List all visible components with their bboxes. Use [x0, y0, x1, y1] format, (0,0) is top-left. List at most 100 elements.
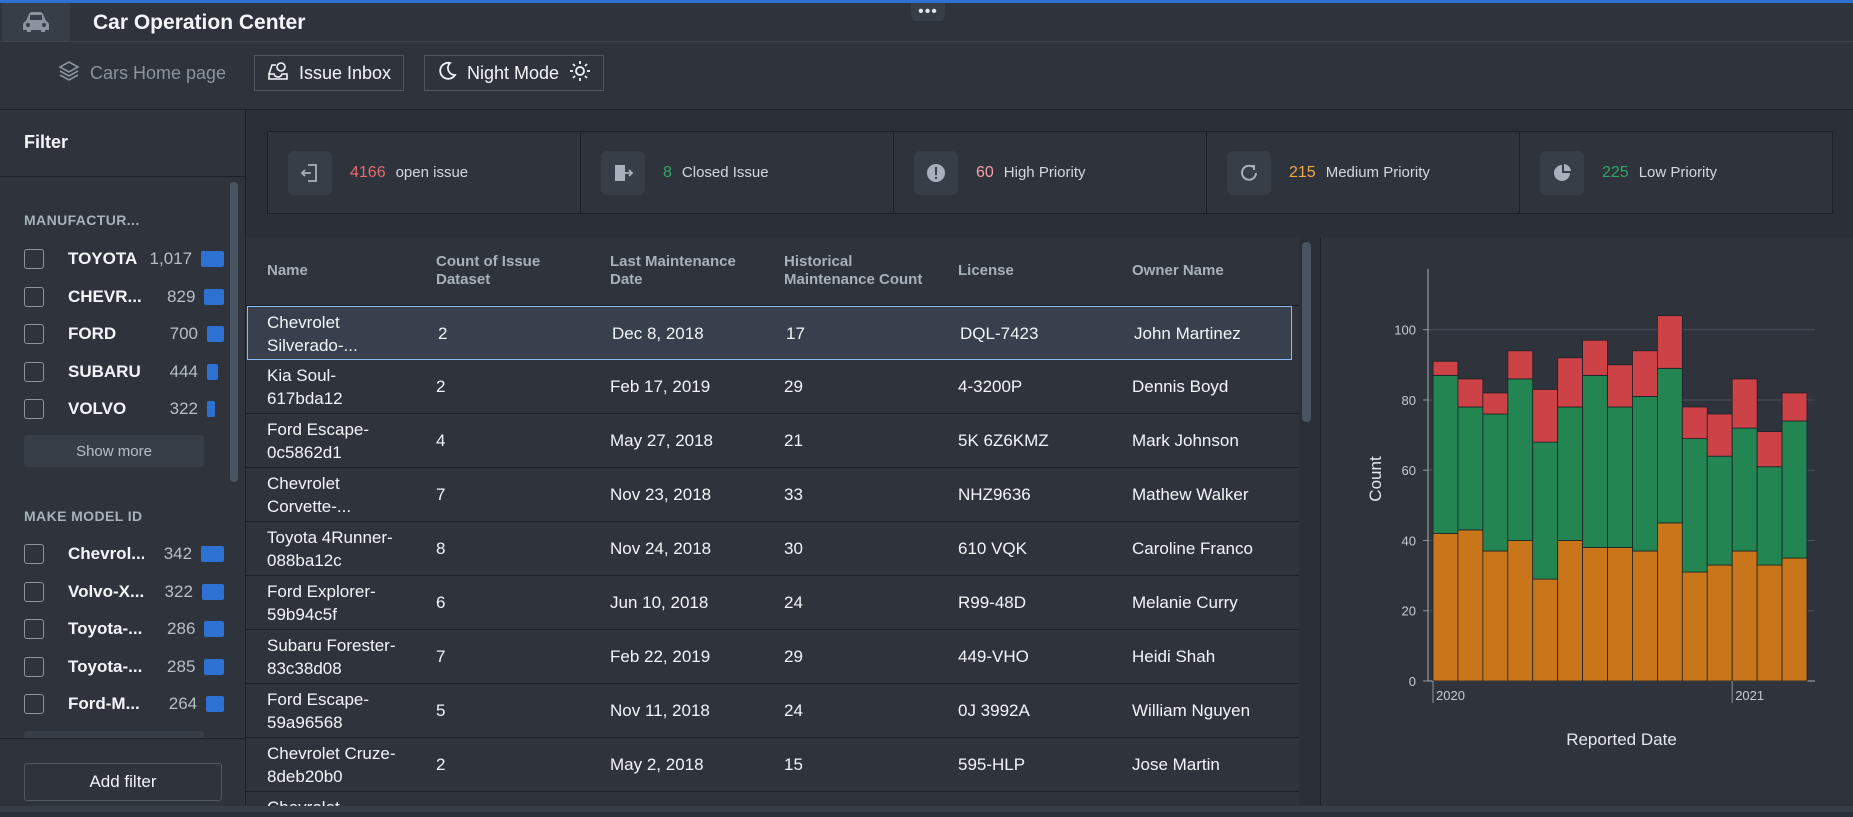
manufacturer-show-more-button[interactable]: Show more — [24, 435, 204, 467]
checkbox[interactable] — [24, 249, 44, 269]
cell-issue-count: 7 — [436, 647, 446, 666]
table-scrollbar[interactable] — [1302, 242, 1311, 422]
filter-option[interactable]: TOYOTA 1,017 — [24, 245, 224, 273]
filter-option[interactable]: FORD 700 — [24, 320, 224, 348]
filter-option[interactable]: Toyota-... 286 — [24, 615, 224, 643]
metric-card[interactable]: 60 High Priority — [894, 132, 1207, 213]
checkbox[interactable] — [24, 656, 44, 677]
table-row[interactable]: Chevrolet Cruze- 8deb20b0 2 May 2, 2018 15 59… — [246, 738, 1299, 792]
manufacturer-section-label: MANUFACTUR... — [24, 212, 140, 228]
metric-card[interactable]: 8 Closed Issue — [581, 132, 894, 213]
bar-segment — [1532, 441, 1559, 580]
cell-name: Ford Explorer- 59b94c5f — [267, 580, 422, 626]
issue-inbox-button[interactable]: Issue Inbox — [254, 55, 405, 91]
checkbox[interactable] — [24, 544, 44, 564]
filter-option[interactable]: VOLVO 322 — [24, 395, 224, 423]
table-row[interactable]: Toyota 4Runner- 088ba12c 8 Nov 24, 2018 30 61… — [246, 522, 1299, 576]
metric-card[interactable]: 225 Low Priority — [1520, 132, 1832, 213]
table-row[interactable]: Chevrolet Corvette-... 7 Nov 23, 2018 33 NHZ9… — [246, 468, 1299, 522]
cell-name-line: Ford Explorer- — [267, 582, 376, 601]
cell-owner: Melanie Curry — [1132, 593, 1238, 612]
column-header[interactable]: Name — [267, 262, 308, 280]
bar-segment — [1656, 522, 1683, 682]
table-row[interactable]: Chevrolet Silverado-... 2 Dec 8, 2018 17 DQL-… — [247, 306, 1292, 360]
cell-maintenance-date: Jun 10, 2018 — [610, 593, 709, 612]
cell-issue-count: 6 — [436, 593, 446, 612]
filter-option[interactable]: Toyota-... 285 — [24, 653, 224, 681]
cell-name-line: Chevrolet — [267, 313, 340, 332]
car-icon[interactable] — [2, 3, 70, 41]
sidebar-scrollbar[interactable] — [230, 182, 238, 482]
cell-historical-count: 29 — [784, 647, 803, 666]
checkbox[interactable] — [24, 694, 44, 714]
metric-card[interactable]: 4166 open issue — [268, 132, 581, 213]
bottom-bar — [0, 806, 1853, 812]
cell-name-line: Subaru Forester- — [267, 636, 396, 655]
cell-historical-count: 15 — [784, 755, 803, 774]
bar-segment — [1557, 540, 1584, 682]
filter-option-count: 322 — [164, 581, 193, 601]
checkbox[interactable] — [24, 286, 44, 307]
checkbox[interactable] — [24, 361, 44, 382]
sun-icon — [569, 60, 591, 87]
bar-segment — [1482, 392, 1509, 415]
metric-label: Closed Issue — [681, 164, 769, 181]
metric-card[interactable]: 215 Medium Priority — [1207, 132, 1520, 213]
filter-option-count: 322 — [169, 399, 198, 418]
column-header[interactable]: Count of Issue Dataset — [436, 253, 540, 289]
table-row[interactable]: Subaru Forester- 83c38d08 7 Feb 22, 2019 29 4… — [246, 630, 1299, 684]
cell-historical-count: 33 — [784, 485, 803, 504]
cell-name-line: 8deb20b0 — [267, 767, 343, 786]
column-header[interactable]: License — [958, 262, 1014, 280]
cell-license: 610 VQK — [958, 539, 1027, 558]
bar-segment — [1632, 396, 1658, 552]
filter-option-count: 444 — [169, 361, 198, 381]
nav-bar: Cars Home page Issue Inbox Night Mode — [0, 42, 1853, 110]
filter-option[interactable]: Ford-M... 264 — [24, 690, 224, 718]
column-header[interactable]: Historical Maintenance Count — [784, 253, 922, 289]
filter-option-count: 285 — [167, 656, 196, 676]
checkbox[interactable] — [24, 581, 44, 602]
night-mode-button[interactable]: Night Mode — [424, 55, 605, 91]
metric-label: High Priority — [1003, 164, 1086, 181]
table-row[interactable]: Ford Explorer- 59b94c5f 6 Jun 10, 2018 24 R99… — [246, 576, 1299, 630]
cell-name: Chevrolet Silverado-... — [267, 311, 422, 357]
exclamation-circle-icon — [914, 150, 958, 195]
cell-maintenance-date: Feb 22, 2019 — [610, 647, 711, 666]
filter-option-count: 1,017 — [149, 249, 193, 268]
cell-name: Subaru Forester- 83c38d08 — [267, 634, 422, 680]
cell-maintenance-date: May 2, 2018 — [610, 755, 704, 774]
filter-option-bar — [207, 326, 224, 342]
bar-segment — [1656, 315, 1683, 369]
checkbox[interactable] — [24, 324, 44, 344]
table-row[interactable]: Ford Escape- 59a96568 5 Nov 11, 2018 24 0J 39… — [246, 684, 1299, 738]
filter-option[interactable]: Chevrol... 342 — [24, 540, 224, 568]
filter-option-bar — [207, 363, 218, 380]
bar-segment — [1632, 350, 1658, 397]
filter-option[interactable]: Volvo-X... 322 — [24, 578, 224, 606]
cell-name-line: 617bda12 — [267, 389, 343, 408]
column-header[interactable]: Last Maintenance Date — [610, 253, 736, 289]
filter-option[interactable]: SUBARU 444 — [24, 358, 224, 386]
checkbox[interactable] — [24, 399, 44, 419]
moon-icon — [437, 61, 457, 86]
checkbox[interactable] — [24, 619, 44, 639]
cell-license: 5K 6Z6KMZ — [958, 431, 1049, 450]
filter-option-bar — [204, 658, 224, 675]
table-row[interactable]: Kia Soul- 617bda12 2 Feb 17, 2019 29 4-3200P D… — [246, 360, 1299, 414]
cell-maintenance-date: Feb 17, 2019 — [610, 377, 711, 396]
cell-maintenance-date: Nov 24, 2018 — [610, 539, 712, 558]
bar-segment — [1432, 533, 1459, 682]
filter-option[interactable]: CHEVR... 829 — [24, 283, 224, 311]
filter-option-name: CHEVR... — [68, 286, 142, 306]
bar-segment — [1731, 427, 1758, 552]
add-filter-button[interactable]: Add filter — [24, 763, 222, 801]
filter-option-bar — [207, 401, 215, 417]
cars-home-button[interactable]: Cars Home page — [46, 55, 238, 91]
x-tick-label: 2020 — [1436, 688, 1465, 703]
column-header[interactable]: Owner Name — [1132, 262, 1224, 280]
more-menu-icon[interactable]: ••• — [911, 3, 945, 21]
table-row[interactable]: Ford Escape- 0c5862d1 4 May 27, 2018 21 5K 6Z… — [246, 414, 1299, 468]
bar-segment — [1706, 413, 1733, 457]
y-tick-label: 80 — [1402, 393, 1416, 408]
